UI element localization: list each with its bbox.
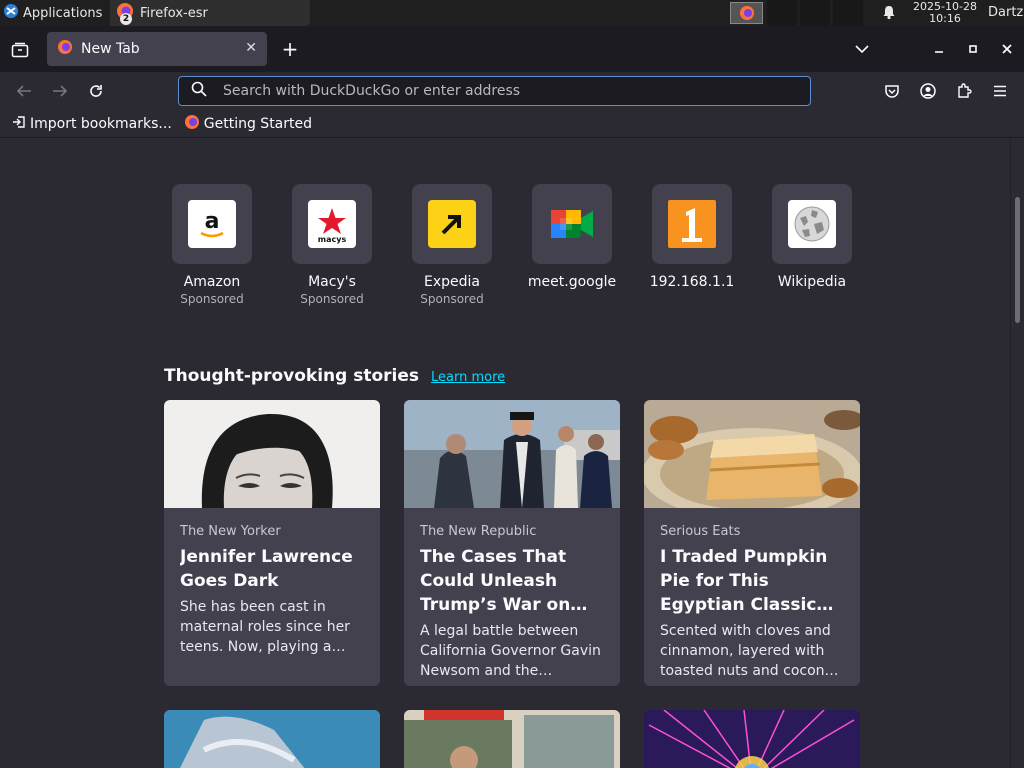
tab-bar: New Tab ✕ + — [0, 26, 1024, 72]
svg-text:a: a — [205, 209, 220, 234]
applications-menu[interactable]: Applications — [0, 0, 110, 26]
top-site-expedia[interactable]: Expedia Sponsored — [392, 184, 512, 306]
svg-text:macys: macys — [318, 235, 347, 244]
top-site-amazon[interactable]: a Amazon Sponsored — [152, 184, 272, 306]
story-publisher: Serious Eats — [660, 524, 741, 539]
top-site-macys[interactable]: macys Macy's Sponsored — [272, 184, 392, 306]
story-excerpt: Scented with cloves and cinnamon, layere… — [660, 623, 839, 679]
taskbar-firefox-button[interactable]: Firefox-esr — [110, 0, 310, 26]
story-image — [644, 400, 860, 508]
bookmark-import[interactable]: Import bookmarks... — [12, 115, 172, 133]
top-site-router[interactable]: 192.168.1.1 — [632, 184, 752, 290]
reload-icon[interactable] — [86, 82, 106, 100]
sponsored-label: Sponsored — [180, 292, 244, 306]
expedia-logo-icon — [428, 200, 476, 248]
navigation-toolbar: Search with DuckDuckGo or enter address — [0, 72, 1024, 110]
story-title: I Traded Pumpkin Pie for This Egyptian C… — [660, 547, 834, 615]
story-excerpt: A legal battle between California Govern… — [420, 623, 601, 679]
story-image — [404, 400, 620, 508]
top-site-tile[interactable] — [532, 184, 612, 264]
clock[interactable]: 2025-10-28 10:16 — [910, 1, 980, 25]
firefox-view-icon[interactable] — [10, 40, 30, 60]
notification-bell-icon[interactable] — [881, 4, 897, 24]
close-tab-icon[interactable]: ✕ — [245, 40, 257, 56]
user-name[interactable]: Dartz — [988, 5, 1023, 20]
firefox-bookmark-icon — [184, 114, 200, 134]
tab-new-tab[interactable]: New Tab ✕ — [47, 32, 267, 66]
story-publisher: The New Yorker — [180, 524, 281, 539]
story-title: Jennifer Lawrence Goes Dark — [180, 547, 353, 591]
top-site-tile[interactable] — [412, 184, 492, 264]
os-panel: Applications Firefox-esr 2 2025-10-28 10… — [0, 0, 1024, 26]
top-site-meet-google[interactable]: meet.google — [512, 184, 632, 290]
google-meet-logo-icon — [548, 200, 596, 248]
search-icon — [191, 81, 207, 101]
bookmark-getting-started[interactable]: Getting Started — [184, 114, 312, 134]
firefox-tab-icon — [57, 39, 73, 59]
story-image — [164, 400, 380, 508]
list-all-tabs-chevron-icon[interactable] — [852, 40, 872, 58]
bookmarks-toolbar: Import bookmarks... Getting Started — [0, 110, 1024, 138]
xfce-logo-icon — [3, 3, 19, 23]
back-arrow-icon[interactable] — [14, 82, 34, 100]
import-icon — [12, 115, 26, 133]
story-image — [164, 710, 380, 768]
macys-logo-icon: macys — [308, 200, 356, 248]
window-count-badge: 2 — [120, 13, 132, 25]
bookmark-label: Import bookmarks... — [30, 115, 172, 132]
address-bar[interactable]: Search with DuckDuckGo or enter address — [178, 76, 811, 106]
story-image — [404, 710, 620, 768]
story-card[interactable]: Serious Eats I Traded Pumpkin Pie for Th… — [644, 400, 860, 686]
new-tab-plus-icon[interactable]: + — [280, 37, 300, 61]
applications-label: Applications — [23, 5, 103, 21]
story-title: The Cases That Could Unleash Trump’s War… — [420, 547, 588, 615]
pocket-icon[interactable] — [882, 82, 902, 100]
top-site-name: meet.google — [527, 274, 617, 290]
amazon-logo-icon: a — [188, 200, 236, 248]
minimize-icon[interactable] — [930, 40, 948, 58]
top-site-tile[interactable]: a — [172, 184, 252, 264]
hamburger-menu-icon[interactable] — [990, 82, 1010, 100]
stories-heading: Thought-provoking stories — [164, 366, 420, 386]
forward-arrow-icon[interactable] — [50, 82, 70, 100]
story-publisher: The New Republic — [420, 524, 537, 539]
workspace-firefox-thumbnail[interactable] — [730, 2, 763, 24]
story-card[interactable]: The New Yorker Jennifer Lawrence Goes Da… — [164, 400, 380, 686]
top-site-name: Macy's — [308, 274, 356, 290]
workspace-3[interactable] — [800, 0, 830, 26]
top-site-name: Wikipedia — [777, 274, 847, 290]
story-card-row2[interactable] — [164, 710, 380, 768]
top-site-tile[interactable] — [652, 184, 732, 264]
top-site-wikipedia[interactable]: Wikipedia — [752, 184, 872, 290]
extensions-icon[interactable] — [954, 82, 974, 100]
scrollbar-thumb[interactable] — [1015, 197, 1020, 323]
maximize-icon[interactable] — [964, 40, 982, 58]
new-tab-page: a Amazon Sponsored macys Macy's Sponsore… — [0, 139, 1010, 768]
story-card[interactable]: The New Republic The Cases That Could Un… — [404, 400, 620, 686]
close-window-icon[interactable] — [998, 40, 1016, 58]
story-card-row2[interactable] — [404, 710, 620, 768]
workspace-4[interactable] — [833, 0, 863, 26]
account-icon[interactable] — [918, 82, 938, 100]
taskbar-window-label: Firefox-esr — [140, 5, 208, 21]
learn-more-link[interactable]: Learn more — [431, 370, 505, 385]
workspace-2[interactable] — [767, 0, 797, 26]
story-image — [644, 710, 860, 768]
top-site-name: 192.168.1.1 — [649, 274, 735, 290]
bookmark-label: Getting Started — [203, 115, 313, 132]
page-scrollbar[interactable] — [1010, 139, 1024, 768]
tab-title: New Tab — [81, 41, 140, 57]
router-number-one-icon — [668, 200, 716, 248]
top-site-tile[interactable]: macys — [292, 184, 372, 264]
clock-time: 10:16 — [929, 12, 961, 25]
sponsored-label: Sponsored — [300, 292, 364, 306]
story-card-row2[interactable] — [644, 710, 860, 768]
story-excerpt: She has been cast in maternal roles sinc… — [180, 599, 350, 655]
top-site-tile[interactable] — [772, 184, 852, 264]
address-bar-placeholder: Search with DuckDuckGo or enter address — [223, 83, 521, 99]
top-site-name: Expedia — [424, 274, 480, 290]
wikipedia-globe-icon — [788, 200, 836, 248]
top-site-name: Amazon — [183, 274, 241, 290]
sponsored-label: Sponsored — [420, 292, 484, 306]
